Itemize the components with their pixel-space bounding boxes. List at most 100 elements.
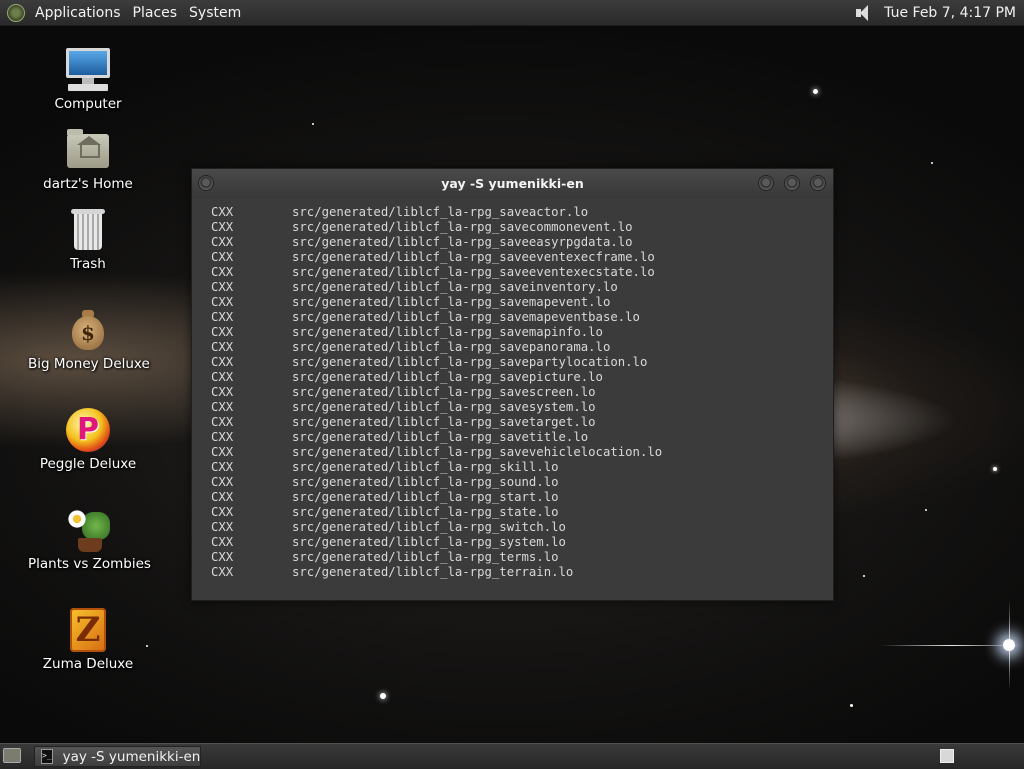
build-path: src/generated/liblcf_la-rpg_savescreen.l… xyxy=(292,385,596,399)
terminal-line: CXX src/generated/liblcf_la-rpg_savevehic… xyxy=(211,445,833,460)
workspace-switcher-icon[interactable] xyxy=(940,749,954,763)
terminal-line: CXX src/generated/liblcf_la-rpg_terrain.l… xyxy=(211,565,833,580)
build-path: src/generated/liblcf_la-rpg_saveeventexe… xyxy=(292,250,655,264)
build-tag: CXX xyxy=(211,520,234,534)
terminal-line: CXX src/generated/liblcf_la-rpg_terms.lo xyxy=(211,550,833,565)
build-path: src/generated/liblcf_la-rpg_system.lo xyxy=(292,535,566,549)
build-tag: CXX xyxy=(211,370,234,384)
build-path: src/generated/liblcf_la-rpg_terms.lo xyxy=(292,550,559,564)
terminal-line: CXX src/generated/liblcf_la-rpg_savemapin… xyxy=(211,325,833,340)
distro-logo-icon[interactable] xyxy=(7,3,25,22)
show-desktop-icon[interactable] xyxy=(3,748,21,763)
terminal-icon: >_ xyxy=(41,749,53,764)
star xyxy=(931,162,933,164)
window-titlebar[interactable]: yay -S yumenikki-en xyxy=(192,169,833,198)
speaker-icon[interactable] xyxy=(854,4,874,22)
build-tag: CXX xyxy=(211,535,234,549)
desktop-icon-label: Big Money Deluxe xyxy=(28,356,150,372)
star xyxy=(380,693,386,699)
taskbar-button-terminal[interactable]: >_ yay -S yumenikki-en xyxy=(34,746,201,767)
build-tag: CXX xyxy=(211,220,234,234)
terminal-line: CXX src/generated/liblcf_la-rpg_saveevent… xyxy=(211,265,833,280)
bottom-panel: >_ yay -S yumenikki-en xyxy=(0,743,1024,769)
desktop-icon-label: Trash xyxy=(70,256,106,272)
build-path: src/generated/liblcf_la-rpg_savepanorama… xyxy=(292,340,611,354)
build-path: src/generated/liblcf_la-rpg_saveactor.lo xyxy=(292,205,589,219)
build-tag: CXX xyxy=(211,385,234,399)
star-flare xyxy=(880,645,1024,646)
build-path: src/generated/liblcf_la-rpg_savetitle.lo xyxy=(292,430,589,444)
menu-places[interactable]: Places xyxy=(129,5,186,21)
clock[interactable]: Tue Feb 7, 4:17 PM xyxy=(884,5,1016,21)
terminal-line: CXX src/generated/liblcf_la-rpg_system.lo xyxy=(211,535,833,550)
menu-applications[interactable]: Applications xyxy=(31,5,129,21)
computer-icon xyxy=(64,46,112,94)
build-path: src/generated/liblcf_la-rpg_saveeasyrpgd… xyxy=(292,235,633,249)
build-tag: CXX xyxy=(211,460,234,474)
build-path: src/generated/liblcf_la-rpg_skill.lo xyxy=(292,460,559,474)
star xyxy=(993,467,997,471)
build-tag: CXX xyxy=(211,280,234,294)
close-button[interactable] xyxy=(810,175,826,191)
build-tag: CXX xyxy=(211,340,234,354)
terminal-line: CXX src/generated/liblcf_la-rpg_sound.lo xyxy=(211,475,833,490)
desktop-icon-label: Zuma Deluxe xyxy=(42,656,134,672)
build-path: src/generated/liblcf_la-rpg_saveinventor… xyxy=(292,280,618,294)
home-folder-icon xyxy=(64,126,112,174)
star xyxy=(925,509,927,511)
build-path: src/generated/liblcf_la-rpg_savesystem.l… xyxy=(292,400,596,414)
minimize-button[interactable] xyxy=(758,175,774,191)
terminal-line: CXX src/generated/liblcf_la-rpg_saveeasyr… xyxy=(211,235,833,250)
build-path: src/generated/liblcf_la-rpg_saveeventexe… xyxy=(292,265,655,279)
terminal-line: CXX src/generated/liblcf_la-rpg_switch.lo xyxy=(211,520,833,535)
window-menu-button[interactable] xyxy=(198,175,214,191)
build-tag: CXX xyxy=(211,310,234,324)
desktop-icon-label: dartz's Home xyxy=(43,176,133,192)
build-tag: CXX xyxy=(211,475,234,489)
build-tag: CXX xyxy=(211,445,234,459)
build-tag: CXX xyxy=(211,205,234,219)
desktop-icon-plants-vs-zombies[interactable]: Plants vs Zombies xyxy=(28,506,151,572)
terminal-line: CXX src/generated/liblcf_la-rpg_savesyste… xyxy=(211,400,833,415)
terminal-line: CXX src/generated/liblcf_la-rpg_state.lo xyxy=(211,505,833,520)
build-path: src/generated/liblcf_la-rpg_terrain.lo xyxy=(292,565,574,579)
desktop-icon-computer[interactable]: Computer xyxy=(28,46,148,112)
desktop-icon-big-money[interactable]: $ Big Money Deluxe xyxy=(28,306,150,372)
desktop-icon-zuma[interactable]: Z Zuma Deluxe xyxy=(28,606,148,672)
build-path: src/generated/liblcf_la-rpg_start.lo xyxy=(292,490,559,504)
terminal-line: CXX src/generated/liblcf_la-rpg_savepanor… xyxy=(211,340,833,355)
menu-system[interactable]: System xyxy=(185,5,249,21)
build-tag: CXX xyxy=(211,265,234,279)
terminal-window[interactable]: yay -S yumenikki-en CXX src/generated/lib… xyxy=(191,168,834,601)
terminal-line: CXX src/generated/liblcf_la-rpg_savepictu… xyxy=(211,370,833,385)
desktop-icon-trash[interactable]: Trash xyxy=(28,206,148,272)
build-tag: CXX xyxy=(211,505,234,519)
build-path: src/generated/liblcf_la-rpg_savevehiclel… xyxy=(292,445,663,459)
desktop-icon-label: Peggle Deluxe xyxy=(39,456,137,472)
maximize-button[interactable] xyxy=(784,175,800,191)
build-path: src/generated/liblcf_la-rpg_savecommonev… xyxy=(292,220,633,234)
build-tag: CXX xyxy=(211,400,234,414)
terminal-line: CXX src/generated/liblcf_la-rpg_skill.lo xyxy=(211,460,833,475)
desktop-icon-home[interactable]: dartz's Home xyxy=(28,126,148,192)
build-path: src/generated/liblcf_la-rpg_savepartyloc… xyxy=(292,355,648,369)
desktop-icon-peggle[interactable]: P Peggle Deluxe xyxy=(28,406,148,472)
terminal-line: CXX src/generated/liblcf_la-rpg_savetarge… xyxy=(211,415,833,430)
star xyxy=(863,575,865,577)
build-tag: CXX xyxy=(211,550,234,564)
terminal-line: CXX src/generated/liblcf_la-rpg_start.lo xyxy=(211,490,833,505)
build-tag: CXX xyxy=(211,490,234,504)
money-bag-icon: $ xyxy=(64,306,112,354)
build-tag: CXX xyxy=(211,235,234,249)
desktop-icon-label: Plants vs Zombies xyxy=(28,556,151,572)
terminal-output[interactable]: CXX src/generated/liblcf_la-rpg_saveactor… xyxy=(192,198,833,580)
build-path: src/generated/liblcf_la-rpg_savetarget.l… xyxy=(292,415,596,429)
desktop-icon-label: Computer xyxy=(54,96,122,112)
star-flare xyxy=(1009,600,1010,690)
window-title: yay -S yumenikki-en xyxy=(441,176,584,191)
build-path: src/generated/liblcf_la-rpg_state.lo xyxy=(292,505,559,519)
terminal-line: CXX src/generated/liblcf_la-rpg_saveparty… xyxy=(211,355,833,370)
build-path: src/generated/liblcf_la-rpg_sound.lo xyxy=(292,475,559,489)
terminal-line: CXX src/generated/liblcf_la-rpg_savemapev… xyxy=(211,310,833,325)
top-panel: Applications Places System Tue Feb 7, 4:… xyxy=(0,0,1024,26)
